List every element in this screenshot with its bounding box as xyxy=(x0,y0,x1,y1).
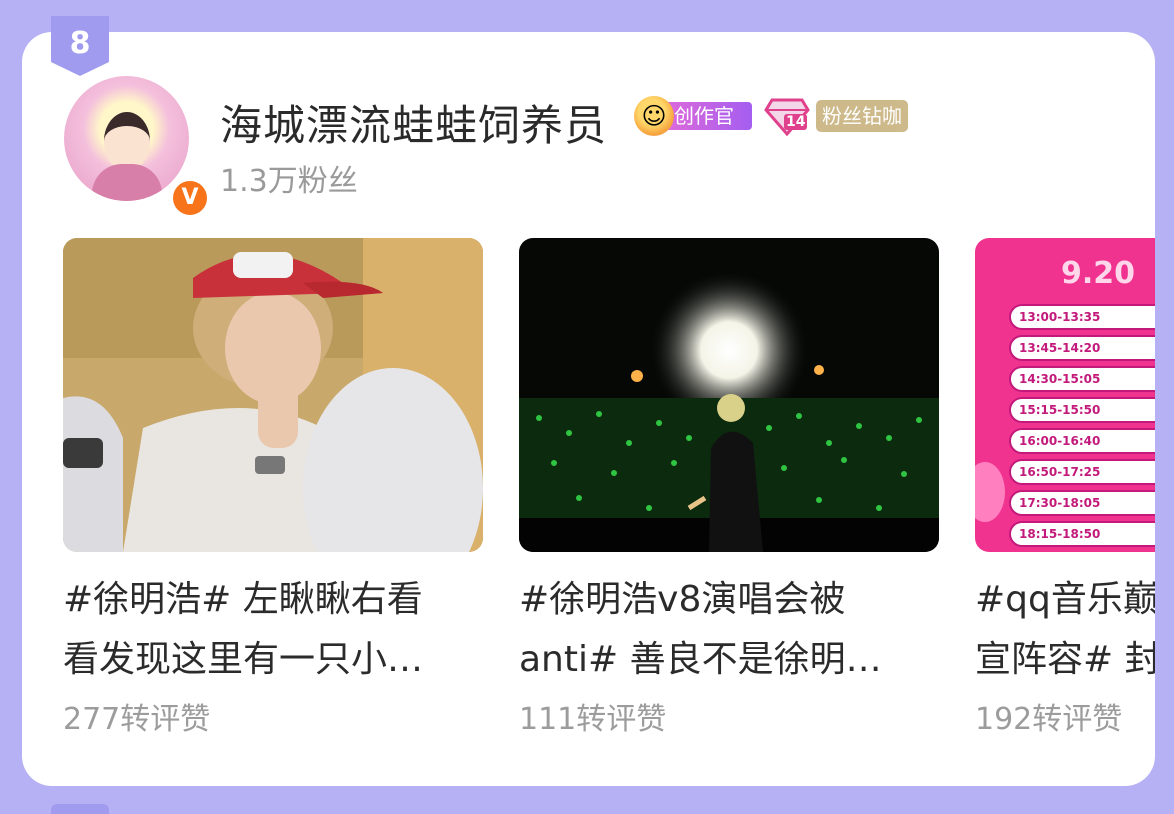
verified-badge-icon: V xyxy=(170,178,210,218)
poster-artist: 队长 xyxy=(1131,495,1155,512)
poster-artist: 袁 xyxy=(1131,340,1155,357)
post-title-2[interactable]: #徐明浩v8演唱会被 anti# 善良不是徐明… xyxy=(519,570,939,690)
poster-artist: 曹 xyxy=(1131,309,1155,326)
post-title-line: 看发现这里有一只小… xyxy=(63,639,424,680)
post-title-line: #qq音乐巅 xyxy=(975,579,1155,620)
avatar-face xyxy=(104,112,150,170)
username[interactable]: 海城漂流蛙蛙饲养员 xyxy=(220,92,607,153)
post-image-3[interactable]: 9.20 13:00-13:35 曹 13:45-14:20 袁 14:30-15:05… xyxy=(975,238,1155,552)
poster-time: 15:15-15:50 xyxy=(1019,403,1101,417)
poster-date: 9.20 xyxy=(1061,256,1136,291)
poster-schedule-row: 14:30-15:05 保子 xyxy=(1009,366,1155,392)
creator-badge[interactable]: ☺ 创作官 xyxy=(634,96,752,136)
poster-time: 13:00-13:35 xyxy=(1019,310,1101,324)
fan-level-badge[interactable]: 14 粉丝钻咖 xyxy=(764,96,946,136)
poster-time: 14:30-15:05 xyxy=(1019,372,1101,386)
poster-time: 13:45-14:20 xyxy=(1019,341,1101,355)
poster-schedule-row: 13:00-13:35 曹 xyxy=(1009,304,1155,330)
post-title-1[interactable]: #徐明浩# 左瞅瞅右看 看发现这里有一只小… xyxy=(63,570,483,690)
rank-badge: 8 xyxy=(51,16,109,76)
post-title-3[interactable]: #qq音乐巅 宣阵容# 封 xyxy=(975,570,1155,690)
poster-artist: 余佳 xyxy=(1131,433,1155,450)
follower-count: 1.3万粉丝 xyxy=(220,164,358,199)
post-card-3[interactable]: 9.20 13:00-13:35 曹 13:45-14:20 袁 14:30-15:05… xyxy=(975,238,1155,738)
poster-artist: h3R3刘清 xyxy=(1131,464,1155,481)
post-card-2[interactable]: #徐明浩v8演唱会被 anti# 善良不是徐明… 111转评赞 xyxy=(519,238,939,738)
post-stats-1: 277转评赞 xyxy=(63,702,211,737)
creator-mascot-icon: ☺ xyxy=(634,96,674,136)
post-title-line: #徐明浩# 左瞅瞅右看 xyxy=(63,579,423,620)
fan-level-number: 14 xyxy=(784,114,808,130)
poster-artist: 保佳 xyxy=(1131,526,1155,543)
poster-schedule-row: 16:00-16:40 余佳 xyxy=(1009,428,1155,454)
poster-schedule-row: 18:15-18:50 保佳 xyxy=(1009,521,1155,547)
poster-artist: 保子 xyxy=(1131,371,1155,388)
poster-decoration xyxy=(975,462,1005,522)
post-stats-3: 192转评赞 xyxy=(975,702,1123,737)
post-card-1[interactable]: #徐明浩# 左瞅瞅右看 看发现这里有一只小… 277转评赞 xyxy=(63,238,483,738)
avatar[interactable] xyxy=(64,76,189,201)
post-title-line: #徐明浩v8演唱会被 xyxy=(519,579,846,620)
next-rank-badge xyxy=(51,804,109,814)
poster-schedule-row: 15:15-15:50 en 王 xyxy=(1009,397,1155,423)
post-stats-2: 111转评赞 xyxy=(519,702,667,737)
fan-badge-label: 粉丝钻咖 xyxy=(816,100,908,132)
poster-time: 17:30-18:05 xyxy=(1019,496,1101,510)
avatar-body xyxy=(92,164,162,201)
post-title-line: anti# 善良不是徐明… xyxy=(519,639,882,680)
poster-schedule-row: 13:45-14:20 袁 xyxy=(1009,335,1155,361)
poster-schedule-row: 16:50-17:25 h3R3刘清 xyxy=(1009,459,1155,485)
poster-time: 18:15-18:50 xyxy=(1019,527,1101,541)
poster-artist: en 王 xyxy=(1131,402,1155,419)
ranking-card[interactable]: V 海城漂流蛙蛙饲养员 ☺ 创作官 14 粉丝钻咖 1.3万粉丝 #徐明浩# 左… xyxy=(22,32,1155,786)
poster-schedule: 13:00-13:35 曹 13:45-14:20 袁 14:30-15:05 保子 15:… xyxy=(1009,304,1155,552)
poster-time: 16:50-17:25 xyxy=(1019,465,1101,479)
post-title-line: 宣阵容# 封 xyxy=(975,639,1155,680)
post-image-1[interactable] xyxy=(63,238,483,552)
poster-time: 16:00-16:40 xyxy=(1019,434,1101,448)
poster-schedule-row: 17:30-18:05 队长 xyxy=(1009,490,1155,516)
rank-number: 8 xyxy=(69,26,91,61)
post-image-2[interactable] xyxy=(519,238,939,552)
